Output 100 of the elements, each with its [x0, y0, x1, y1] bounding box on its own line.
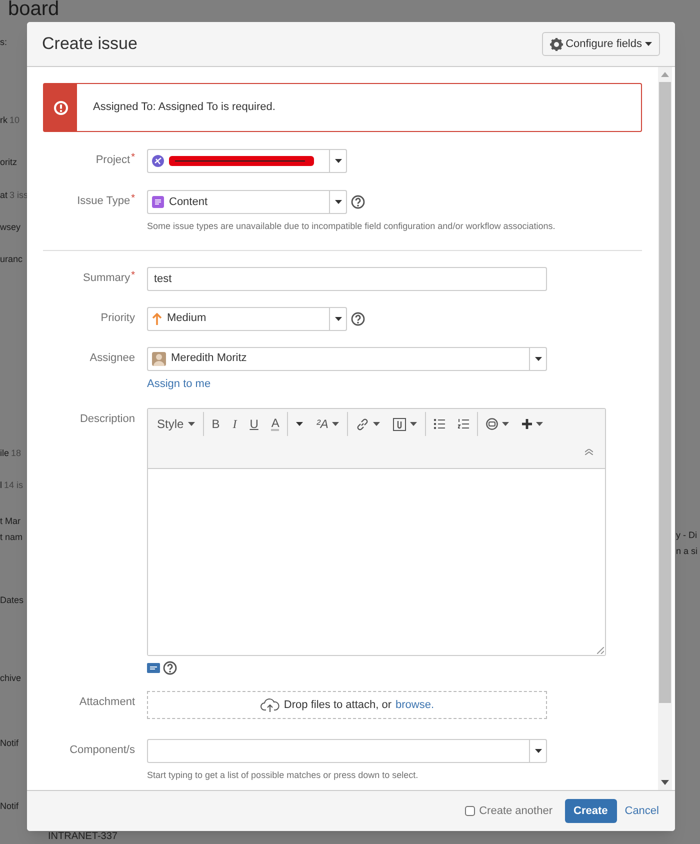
cancel-link[interactable]: Cancel	[624, 802, 659, 820]
assign-to-me-link[interactable]: Assign to me	[147, 376, 547, 392]
field-label: Priority	[100, 312, 135, 324]
required-mark: *	[131, 272, 135, 282]
text-input-field[interactable]: test	[147, 266, 547, 290]
board-title: board	[8, 0, 60, 22]
field-label: Summary	[83, 272, 130, 284]
issue-count: 14 is	[4, 479, 24, 491]
field-label: Component/s	[70, 744, 135, 757]
board-text: ile	[0, 447, 10, 459]
caret-icon	[534, 356, 542, 360]
resize-handle-icon	[597, 647, 604, 654]
emoji-icon	[486, 418, 498, 430]
upload-cloud-icon	[260, 698, 280, 712]
plus-icon	[522, 419, 532, 429]
error-text: Assigned To: Assigned To is required.	[92, 100, 276, 116]
select-field[interactable]: Meredith Moritz	[147, 346, 547, 370]
board-text: wsey	[0, 221, 21, 233]
caret-icon	[296, 422, 304, 426]
attachment-icon	[393, 418, 406, 430]
board-text: Notif	[0, 800, 19, 812]
select-field[interactable]	[147, 149, 347, 173]
board-text: t nam	[0, 531, 23, 543]
caret-icon	[373, 422, 380, 426]
board-text: l	[0, 479, 2, 491]
collapse-icon	[585, 449, 593, 455]
toolbar-button[interactable]: A	[271, 417, 280, 431]
caret-icon	[334, 316, 342, 320]
scrollbar-thumb[interactable]	[659, 82, 671, 703]
caret-icon	[536, 422, 544, 426]
select-field[interactable]: Content	[147, 190, 347, 214]
browse-link[interactable]: browse.	[396, 696, 434, 714]
avatar-icon	[152, 352, 166, 366]
error-icon	[54, 100, 68, 114]
field-label: Description	[80, 413, 135, 426]
issue-count: 3 iss	[10, 189, 28, 201]
caret-icon	[502, 422, 510, 426]
help-icon	[163, 661, 177, 675]
issue-type-icon	[152, 196, 164, 208]
scroll-up-icon	[661, 72, 669, 77]
editor-mode-icon	[147, 663, 160, 673]
field-hint: Some issue types are unavailable due to incompatible field configuration and/or workflow associations.	[147, 220, 556, 233]
field-label: Assignee	[90, 352, 135, 364]
caret-icon	[534, 749, 542, 753]
field-value: Content	[169, 194, 208, 210]
toolbar-button[interactable]: ²A	[316, 415, 340, 433]
field-value: Medium	[167, 311, 206, 326]
issue-key: INTRANET-337	[48, 831, 118, 843]
board-text: Notif	[0, 737, 19, 749]
link-icon	[356, 418, 370, 430]
board-text: uranc	[0, 253, 23, 265]
toolbar-button[interactable]: I	[232, 415, 237, 433]
board-text: rk	[0, 114, 8, 126]
board-text: chive	[0, 672, 22, 684]
create-another-checkbox[interactable]	[465, 806, 476, 816]
toolbar-button[interactable]: B	[212, 415, 220, 433]
caret-icon	[188, 422, 195, 426]
caret-icon	[334, 159, 342, 163]
card-text: n a si	[676, 545, 698, 557]
toolbar-button[interactable]	[296, 422, 304, 426]
caret-icon	[334, 200, 342, 204]
attachment-drop-zone[interactable]: Drop files to attach, or browse.	[147, 691, 547, 719]
gear-icon	[550, 38, 563, 50]
board-text: Dates	[0, 594, 24, 606]
required-mark: *	[131, 195, 135, 206]
toolbar-button[interactable]	[486, 418, 510, 430]
scroll-down-icon	[661, 780, 669, 785]
checkbox-label[interactable]: Create another	[479, 802, 552, 820]
arrow-up-icon	[152, 312, 162, 324]
card-text: y - Di	[676, 529, 697, 541]
caret-icon	[410, 422, 418, 426]
help-icon	[351, 312, 365, 326]
rich-text-editor[interactable]: Style B I U A ²A	[147, 408, 606, 656]
field-hint: Start typing to get a list of possible matches or press down to select.	[147, 769, 420, 782]
required-mark: *	[131, 154, 135, 165]
board-text: at	[0, 189, 8, 201]
numbered-list-icon	[458, 419, 470, 429]
toolbar-button[interactable]	[393, 418, 418, 430]
toolbar-button[interactable]	[434, 419, 446, 429]
toolbar-button[interactable]: U	[250, 415, 258, 433]
drop-files-text: Drop files to attach, or	[284, 698, 392, 713]
select-field[interactable]: Medium	[147, 306, 347, 330]
create-button[interactable]: Create	[564, 799, 617, 823]
toolbar-button[interactable]	[356, 418, 380, 430]
dialog-title: Create issue	[42, 33, 138, 56]
toolbar-button[interactable]	[458, 419, 470, 429]
project-icon	[152, 155, 164, 167]
caret-icon	[332, 422, 340, 426]
board-text: s:	[0, 36, 8, 48]
select-field[interactable]	[147, 739, 547, 763]
configure-fields-button[interactable]: Configure fields	[542, 32, 660, 56]
issue-count: 18	[11, 447, 22, 459]
scrollbar[interactable]	[658, 67, 672, 790]
help-icon	[351, 195, 365, 209]
toolbar-button[interactable]: Style	[157, 415, 195, 433]
field-label: Issue Type	[77, 195, 130, 208]
board-text: t Mar	[0, 515, 21, 527]
field-label: Attachment	[79, 696, 135, 709]
toolbar-button[interactable]	[522, 419, 544, 429]
caret-icon	[645, 42, 652, 46]
